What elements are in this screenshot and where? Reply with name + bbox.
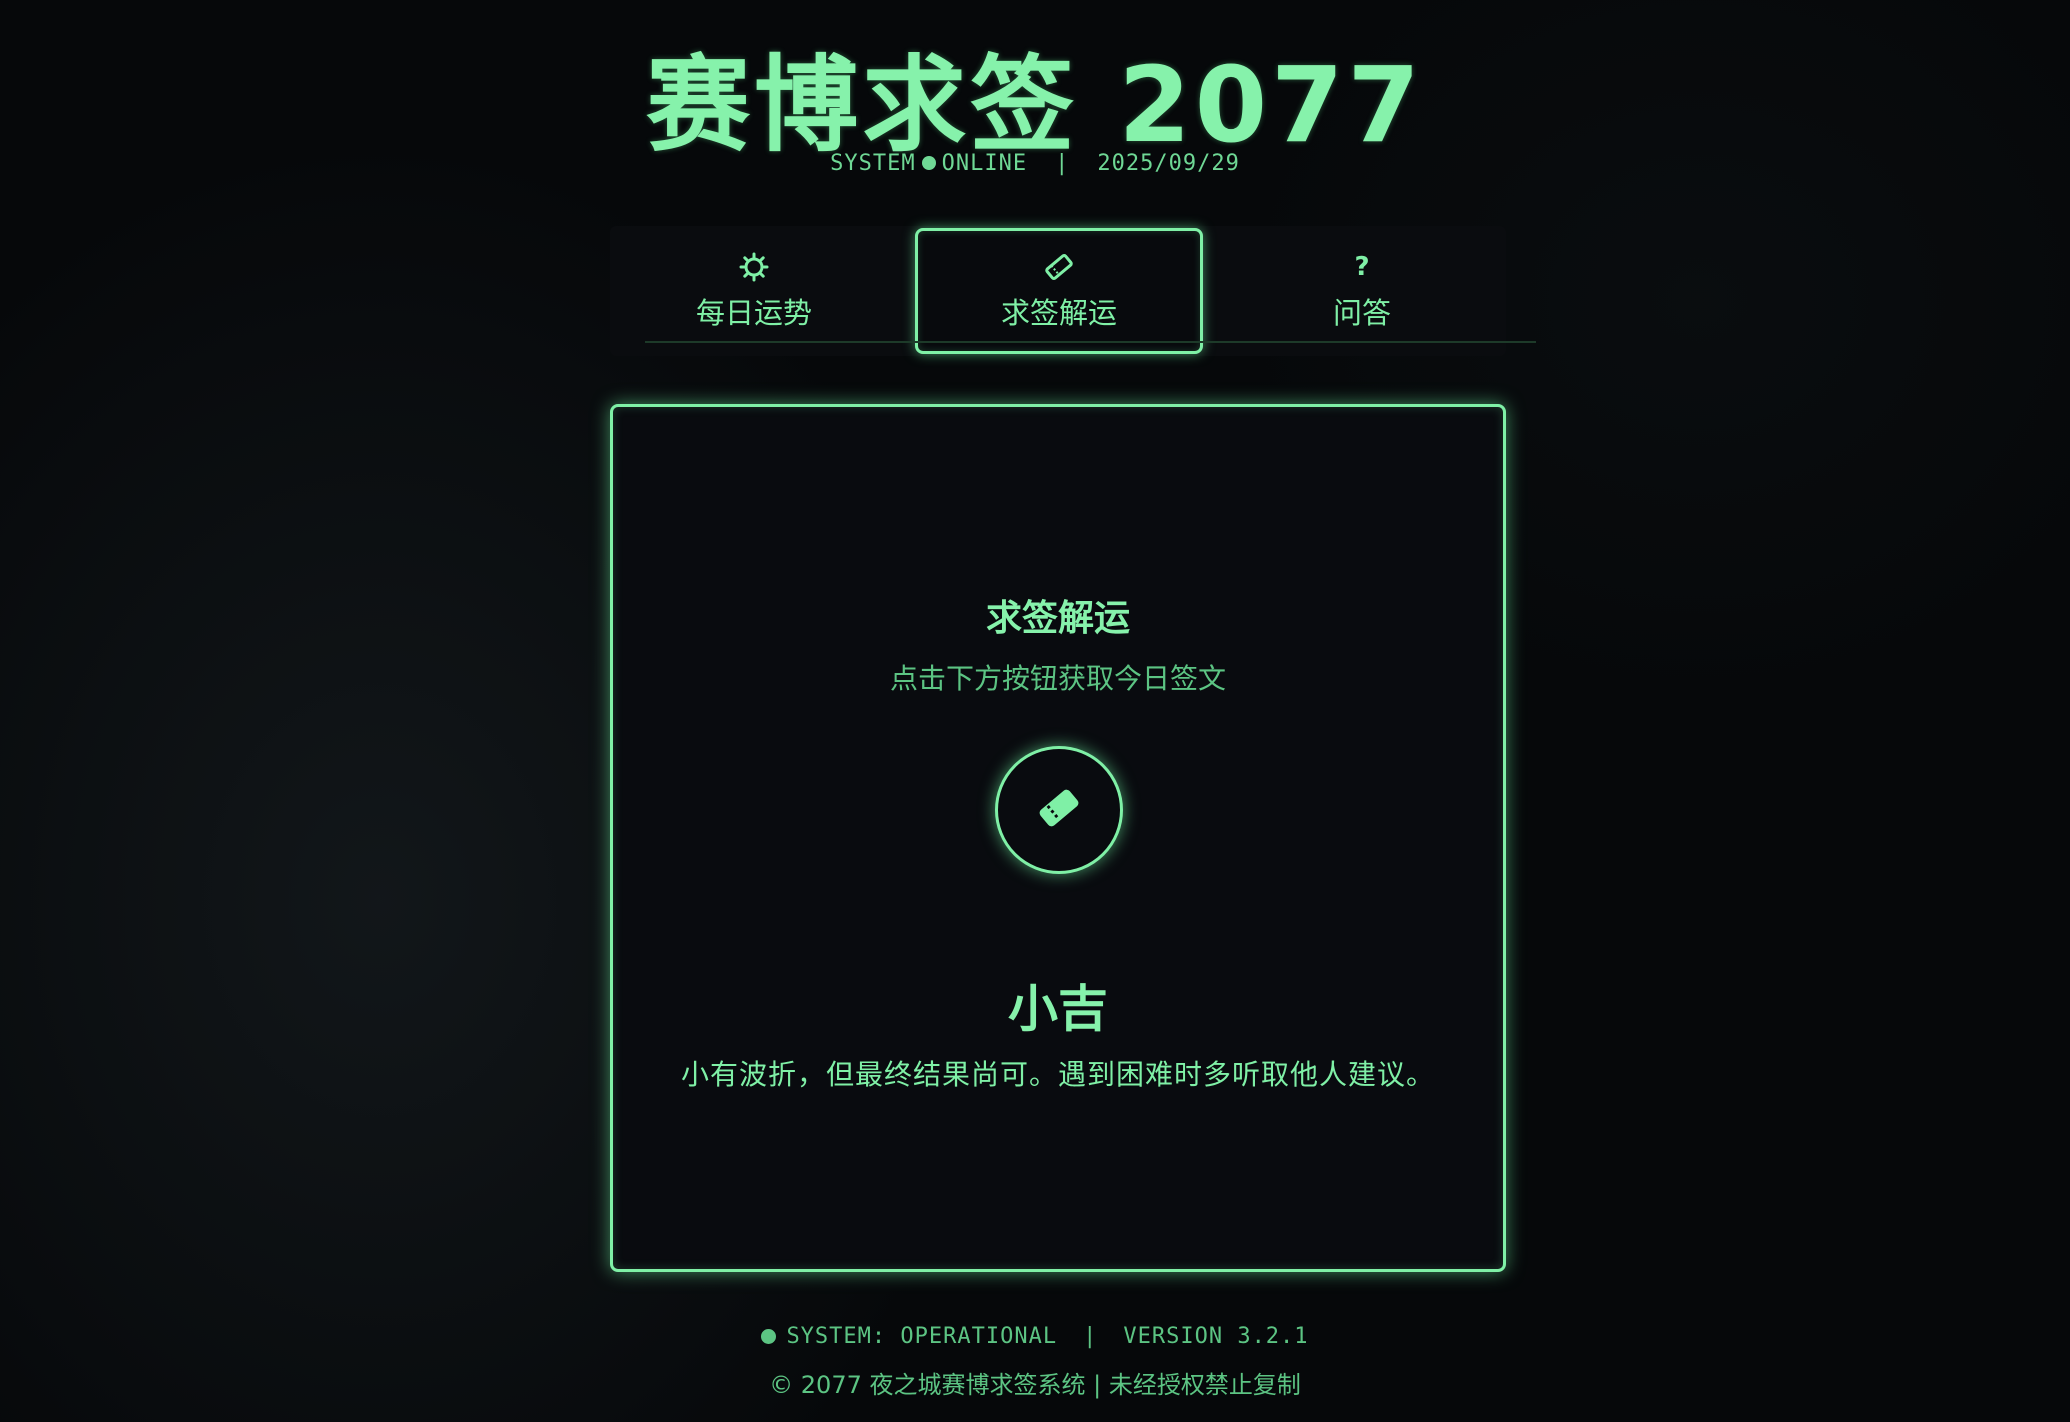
lot-result-title: 小吉 [1008, 980, 1108, 1038]
separator: | [1083, 1323, 1098, 1349]
question-icon: ? [1354, 252, 1370, 282]
status-dot-icon [921, 156, 936, 170]
ticket-icon [1044, 250, 1074, 284]
panel-title: 求签解运 [985, 598, 1130, 639]
panel-hint: 点击下方按钮获取今日签文 [889, 662, 1226, 695]
version-label: VERSION 3.2.1 [1123, 1323, 1309, 1349]
tab-label: 求签解运 [1000, 296, 1117, 330]
tab-draw-lot[interactable]: 求签解运 [915, 228, 1203, 354]
separator: | [1055, 150, 1070, 176]
tab-bar: 每日运势 求签解运 ? 问答 [610, 226, 1506, 356]
footer-status: SYSTEM: OPERATIONAL | VERSION 3.2.1 [0, 1320, 2070, 1352]
current-date: 2025/09/29 [1097, 150, 1240, 176]
copyright: © 2077 夜之城赛博求签系统 | 未经授权禁止复制 [769, 1370, 1301, 1399]
tab-underline [645, 341, 1536, 343]
ticket-icon [1037, 786, 1081, 834]
system-operational: SYSTEM: OPERATIONAL [786, 1323, 1058, 1349]
system-label: SYSTEM [830, 150, 916, 176]
sun-icon [739, 250, 769, 284]
status-dot-icon [761, 1328, 777, 1344]
tab-label: 问答 [1332, 296, 1391, 330]
lot-result-text: 小有波折，但最终结果尚可。遇到困难时多听取他人建议。 [680, 1058, 1435, 1091]
tab-daily-fortune[interactable]: 每日运势 [610, 226, 898, 356]
app-title: 赛博求签 2077 [646, 43, 1424, 166]
draw-lot-panel: 求签解运 点击下方按钮获取今日签文 小吉 小有波折，但最终结果尚可。遇到困难时多… [610, 404, 1506, 1272]
system-status-line: SYSTEM ONLINE | 2025/09/29 [0, 148, 2070, 178]
tab-qa[interactable]: ? 问答 [1218, 226, 1506, 356]
tab-label: 每日运势 [695, 296, 812, 330]
online-label: ONLINE [941, 150, 1028, 176]
draw-lot-button[interactable] [995, 746, 1123, 874]
